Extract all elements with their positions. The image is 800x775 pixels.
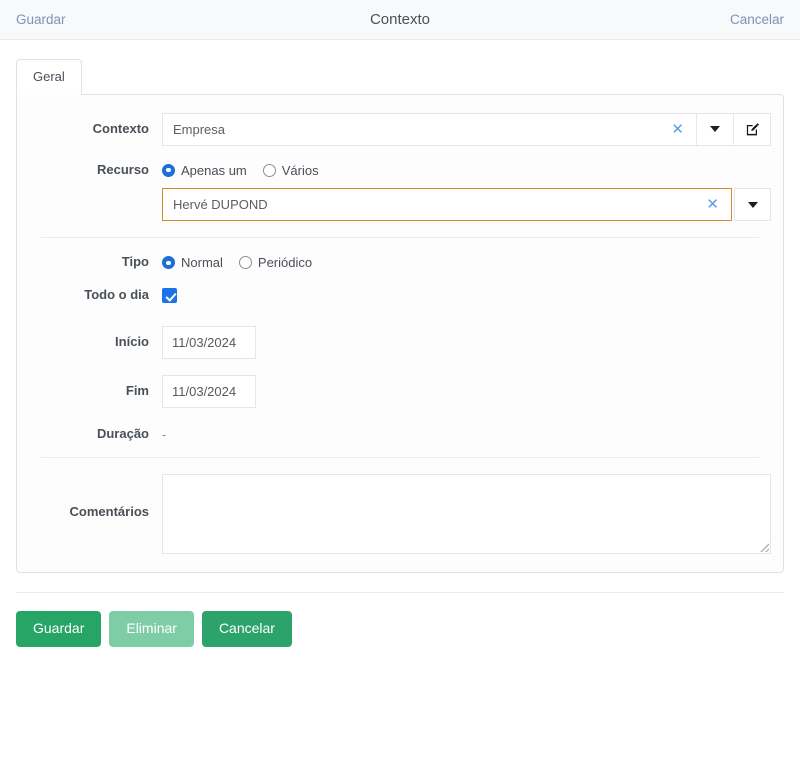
tipo-option-normal[interactable]: Normal (162, 255, 223, 270)
field-row-contexto: Contexto Empresa ✕ (29, 112, 771, 146)
radio-icon-selected (162, 163, 175, 177)
tipo-option-periodico[interactable]: Periódico (238, 255, 313, 271)
field-row-fim: Fim 11/03/2024 (29, 375, 771, 409)
duracao-value: - (162, 427, 167, 443)
contexto-edit-button[interactable] (734, 112, 771, 146)
page-title: Contexto (369, 11, 431, 28)
tipo-label: Tipo (121, 254, 149, 270)
tipo-option-0-label: Normal (181, 255, 223, 271)
close-icon[interactable]: ✕ (704, 197, 721, 212)
recurso-option-0-label: Apenas um (181, 162, 247, 178)
tab-bar: Geral (0, 40, 800, 95)
field-row-comentarios: Comentários (29, 474, 771, 555)
pencil-square-icon (746, 122, 759, 135)
header-cancel-link[interactable]: Cancelar (728, 9, 786, 31)
field-row-recurso-value: Hervé DUPOND ✕ (29, 188, 771, 222)
recurso-option-apenas-um[interactable]: Apenas um (162, 163, 247, 178)
resize-grip-icon[interactable] (757, 540, 769, 552)
field-row-tipo: Tipo Normal Periódico (29, 254, 771, 271)
contexto-value: Empresa (173, 121, 226, 137)
contexto-dropdown-button[interactable] (697, 112, 734, 146)
field-row-duracao: Duração - (29, 426, 771, 443)
recurso-input[interactable]: Hervé DUPOND ✕ (162, 188, 732, 222)
field-row-recurso: Recurso Apenas um Vários (29, 162, 771, 179)
recurso-radio-group: Apenas um Vários (162, 163, 319, 178)
inicio-label: Início (115, 334, 149, 350)
recurso-label: Recurso (96, 161, 149, 177)
radio-icon-unselected (238, 256, 252, 270)
recurso-dropdown-button[interactable] (734, 188, 771, 222)
todo-o-dia-label: Todo o dia (84, 287, 149, 303)
recurso-option-varios[interactable]: Vários (262, 162, 319, 178)
divider-1 (41, 237, 759, 239)
form-panel: Contexto Empresa ✕ Recurso Apenas um Vár… (16, 93, 784, 574)
contexto-input[interactable]: Empresa ✕ (162, 112, 697, 146)
chevron-down-icon (747, 201, 758, 208)
comentarios-label: Comentários (69, 504, 149, 520)
todo-o-dia-checkbox[interactable] (162, 288, 177, 304)
cancel-button[interactable]: Cancelar (201, 611, 292, 647)
tab-geral[interactable]: Geral (16, 59, 82, 95)
recurso-option-1-label: Vários (281, 162, 319, 178)
inicio-value: 11/03/2024 (172, 335, 237, 351)
chevron-down-icon (710, 126, 720, 133)
contexto-label: Contexto (92, 120, 149, 136)
comentarios-textarea[interactable] (162, 474, 771, 555)
save-button[interactable]: Guardar (16, 611, 102, 647)
field-row-todo-o-dia: Todo o dia (29, 287, 771, 304)
radio-icon-selected (162, 256, 175, 270)
close-icon[interactable]: ✕ (669, 122, 686, 137)
inicio-date-input[interactable]: 11/03/2024 (162, 326, 256, 360)
window-header: Guardar Contexto Cancelar (0, 0, 800, 40)
fim-value: 11/03/2024 (172, 384, 237, 400)
radio-icon-unselected (262, 163, 276, 177)
tipo-option-1-label: Periódico (257, 255, 313, 271)
duracao-label: Duração (96, 426, 149, 442)
field-row-inicio: Início 11/03/2024 (29, 326, 771, 360)
delete-button[interactable]: Eliminar (109, 611, 194, 647)
fim-date-input[interactable]: 11/03/2024 (162, 375, 256, 409)
tipo-radio-group: Normal Periódico (162, 255, 312, 270)
tab-geral-label: Geral (33, 69, 65, 84)
fim-label: Fim (125, 383, 149, 399)
footer-actions: Guardar Eliminar Cancelar (0, 593, 800, 647)
recurso-value: Hervé DUPOND (173, 197, 268, 213)
divider-2 (41, 457, 759, 459)
